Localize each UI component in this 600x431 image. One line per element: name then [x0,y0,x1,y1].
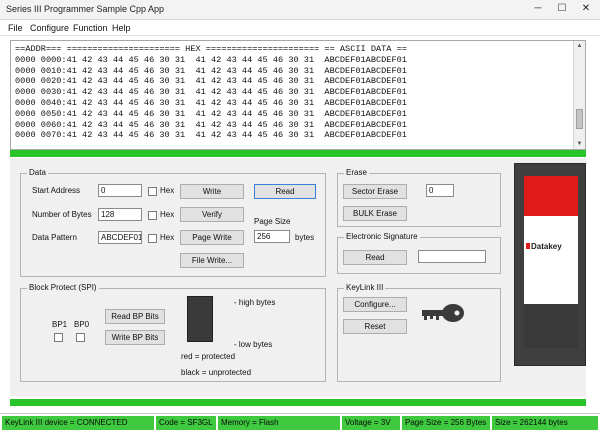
menu-bar: File Configure Function Help [0,20,600,36]
product-card: Datakey [524,176,578,348]
configure-button[interactable]: Configure... [343,297,407,312]
product-brand: Datakey [531,242,562,251]
bp1-checkbox[interactable] [54,333,63,342]
black-legend: black = unprotected [181,368,252,377]
hex-header: ==ADDR=== ====================== HEX ===… [15,44,407,54]
datakey-product-image: Datakey [514,163,586,366]
hex-dump-view[interactable]: ==ADDR=== ====================== HEX ===… [10,40,586,150]
maximize-icon[interactable]: ☐ [554,2,570,16]
status-bar: KeyLink III device = CONNECTED Code = SF… [0,413,600,431]
menu-function[interactable]: Function [73,23,108,33]
close-icon[interactable]: ✕ [578,2,594,16]
progress-bar-top [10,150,586,157]
status-page-size: Page Size = 256 Bytes [402,416,490,430]
signature-read-button[interactable]: Read [343,250,407,265]
electronic-signature-title: Electronic Signature [344,232,420,241]
start-address-hex-checkbox[interactable] [148,187,157,196]
page-size-units: bytes [295,233,315,242]
title-bar: Series III Programmer Sample Cpp App ─ ☐… [0,0,600,20]
scroll-thumb[interactable] [576,109,583,129]
high-bytes-label: - high bytes [234,298,276,307]
product-dark-stripe [524,304,578,348]
sector-number-input[interactable]: 0 [426,184,454,197]
key-icon [422,304,464,322]
data-pattern-hex-checkbox[interactable] [148,234,157,243]
bulk-erase-button[interactable]: BULK Erase [343,206,407,221]
scroll-up-icon[interactable]: ▲ [574,41,585,51]
keylink-title: KeyLink III [344,283,386,292]
hex-row: 0000 0010:41 42 43 44 45 46 30 31 41 42 … [15,65,407,76]
data-pattern-hex-label: Hex [160,233,175,242]
hex-row: 0000 0020:41 42 43 44 45 46 30 31 41 42 … [15,76,407,87]
block-protect-title: Block Protect (SPI) [27,283,99,292]
block-protect-panel: Block Protect (SPI) [20,283,326,382]
status-memory: Memory = Flash [218,416,340,430]
verify-button[interactable]: Verify [180,207,244,222]
status-voltage: Voltage = 3V [342,416,400,430]
page-size-label: Page Size [254,217,291,226]
start-address-input[interactable]: 0 [98,184,142,197]
read-button[interactable]: Read [254,184,316,199]
data-pattern-input[interactable]: ABCDEF01 [98,231,142,244]
minimize-icon[interactable]: ─ [530,2,546,16]
red-legend: red = protected [181,352,236,361]
start-address-label: Start Address [32,186,81,195]
bp0-label: BP0 [74,320,90,329]
hex-row: 0000 0050:41 42 43 44 45 46 30 31 41 42 … [15,108,407,119]
page-size-input[interactable]: 256 [254,230,290,243]
page-write-button[interactable]: Page Write [180,230,244,245]
bp0-checkbox[interactable] [76,333,85,342]
data-pattern-label: Data Pattern [32,233,77,242]
erase-panel-title: Erase [344,168,369,177]
reset-button[interactable]: Reset [343,319,407,334]
read-bp-bits-button[interactable]: Read BP Bits [105,309,165,324]
hex-row: 0000 0000:41 42 43 44 45 46 30 31 41 42 … [15,54,407,65]
number-of-bytes-label: Number of Bytes [32,210,92,219]
write-bp-bits-button[interactable]: Write BP Bits [105,330,165,345]
scroll-down-icon[interactable]: ▼ [574,139,585,149]
menu-configure[interactable]: Configure [30,23,69,33]
hex-scrollbar[interactable]: ▲ ▼ [573,41,585,149]
hex-row: 0000 0060:41 42 43 44 45 46 30 31 41 42 … [15,119,407,130]
status-size: Size = 262144 bytes [492,416,598,430]
low-bytes-label: - low bytes [234,340,273,349]
number-of-bytes-input[interactable]: 128 [98,208,142,221]
number-of-bytes-hex-label: Hex [160,210,175,219]
window-title: Series III Programmer Sample Cpp App [6,4,165,14]
start-address-hex-label: Hex [160,186,175,195]
block-protect-indicator [187,296,213,342]
number-of-bytes-hex-checkbox[interactable] [148,211,157,220]
status-code: Code = SF3GL [156,416,216,430]
menu-help[interactable]: Help [112,23,131,33]
menu-file[interactable]: File [8,23,23,33]
status-connection: KeyLink III device = CONNECTED [2,416,154,430]
datakey-logo-icon [526,243,530,249]
hex-row: 0000 0040:41 42 43 44 45 46 30 31 41 42 … [15,97,407,108]
hex-row: 0000 0070:41 42 43 44 45 46 30 31 41 42 … [15,130,407,141]
write-button[interactable]: Write [180,184,244,199]
product-red-stripe [524,176,578,216]
signature-value-field[interactable] [418,250,486,263]
data-panel-title: Data [27,168,48,177]
file-write-button[interactable]: File Write... [180,253,244,268]
hex-dump-text: ==ADDR=== ====================== HEX ===… [15,44,407,141]
bp1-label: BP1 [52,320,68,329]
sector-erase-button[interactable]: Sector Erase [343,184,407,199]
progress-bar-bottom [10,399,586,406]
hex-row: 0000 0030:41 42 43 44 45 46 30 31 41 42 … [15,87,407,98]
